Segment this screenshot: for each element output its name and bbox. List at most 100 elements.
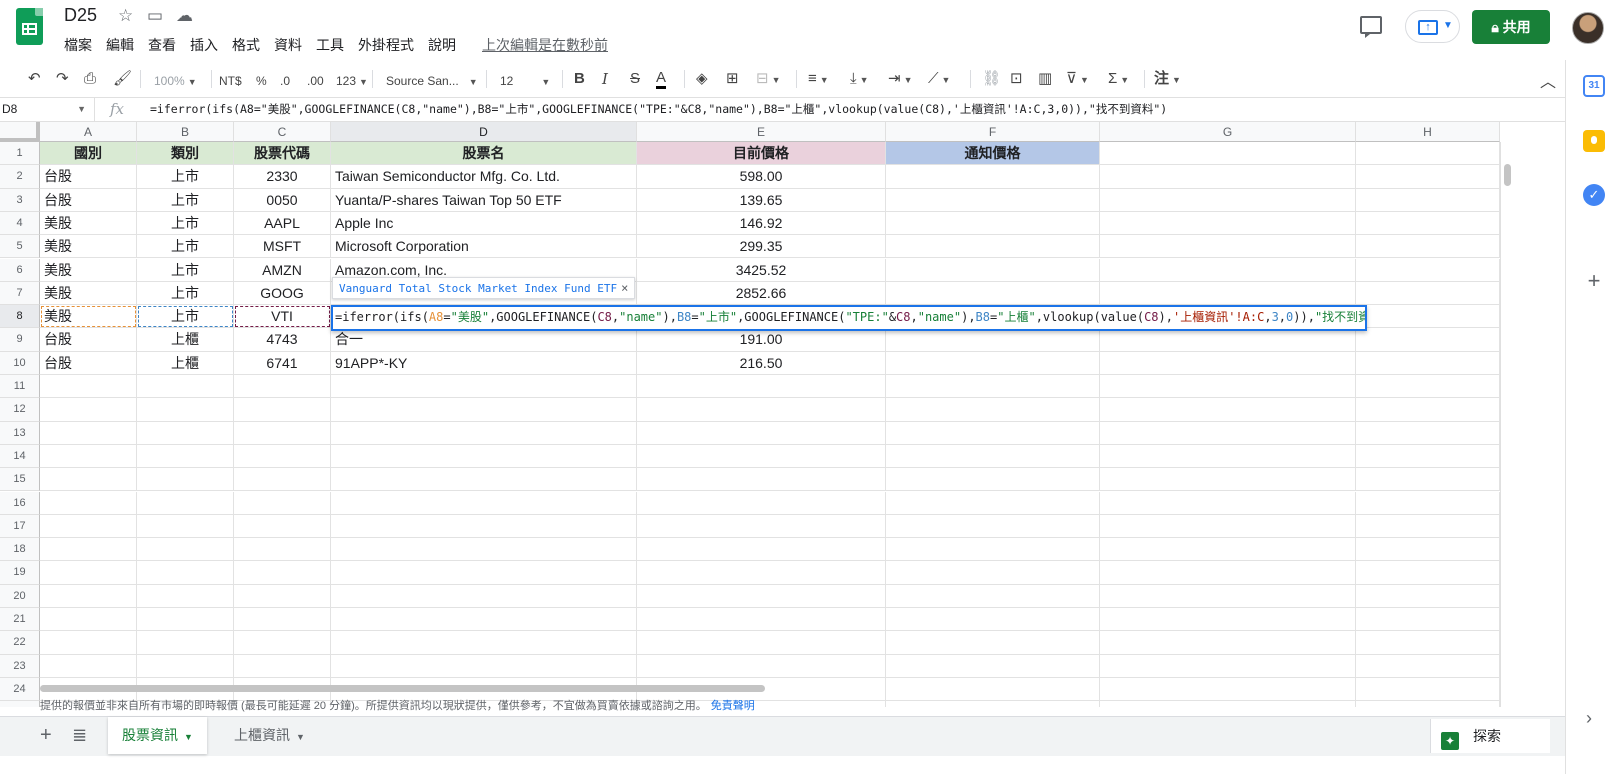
cell[interactable] <box>886 514 1100 539</box>
cell[interactable] <box>1100 258 1356 282</box>
menu-item[interactable]: 插入 <box>190 35 224 55</box>
cell[interactable] <box>886 468 1100 492</box>
cell[interactable] <box>637 514 886 539</box>
cell[interactable] <box>1100 444 1356 469</box>
cell[interactable] <box>1100 328 1356 352</box>
zoom-select[interactable]: 100% ▼ <box>154 71 197 92</box>
cell[interactable] <box>1100 491 1356 515</box>
cell[interactable] <box>137 375 234 399</box>
cell[interactable]: 2330 <box>234 165 331 189</box>
tasks-icon[interactable]: ✓ <box>1583 184 1605 206</box>
cell[interactable] <box>234 444 331 469</box>
cell[interactable] <box>331 468 637 492</box>
add-addon-icon[interactable]: + <box>1583 270 1605 292</box>
cell[interactable] <box>1356 165 1500 189</box>
font-size-select[interactable]: 12 ▼ <box>500 71 550 92</box>
cell[interactable] <box>1100 561 1356 585</box>
chevron-right-icon[interactable]: › <box>1586 708 1592 729</box>
cell[interactable] <box>137 398 234 422</box>
cell[interactable] <box>637 631 886 655</box>
cell[interactable]: 191.00 <box>637 328 886 352</box>
cell[interactable]: AMZN <box>234 258 331 282</box>
cell[interactable] <box>637 584 886 608</box>
row-header[interactable]: 11 <box>0 375 40 399</box>
sheet-tab-stock-info[interactable]: 股票資訊 ▼ <box>108 717 207 754</box>
cell[interactable] <box>137 538 234 562</box>
row-header[interactable]: 7 <box>0 281 40 306</box>
cell[interactable] <box>331 514 637 539</box>
cell[interactable] <box>1100 235 1356 259</box>
cell[interactable] <box>1356 491 1500 515</box>
cell[interactable]: 美股 <box>40 235 137 259</box>
cell[interactable] <box>1100 211 1356 236</box>
chart-icon[interactable]: ▥ <box>1038 69 1052 89</box>
cell[interactable] <box>1356 281 1500 306</box>
row-header[interactable]: 5 <box>0 235 40 259</box>
row-header[interactable]: 19 <box>0 561 40 585</box>
menu-item[interactable]: 編輯 <box>106 35 140 55</box>
cell[interactable]: 台股 <box>40 351 137 375</box>
cell[interactable] <box>40 561 137 585</box>
cell[interactable] <box>886 398 1100 422</box>
chevron-down-icon[interactable]: ▼ <box>296 732 305 742</box>
undo-icon[interactable]: ↶ <box>28 69 41 89</box>
cell[interactable]: 299.35 <box>637 235 886 259</box>
cell[interactable] <box>234 398 331 422</box>
cell[interactable] <box>1100 584 1356 608</box>
percent-format-button[interactable]: % <box>256 71 267 91</box>
cell[interactable] <box>137 561 234 585</box>
row-header[interactable]: 4 <box>0 211 40 236</box>
cell[interactable] <box>1356 608 1500 632</box>
valign-icon[interactable]: ⤓ ▼ <box>850 69 869 90</box>
cell[interactable] <box>40 421 137 445</box>
cell[interactable] <box>40 654 137 678</box>
row-header[interactable]: 14 <box>0 444 40 469</box>
merge-icon[interactable]: ⊟ ▼ <box>756 69 781 90</box>
cell[interactable] <box>234 608 331 632</box>
cell[interactable] <box>1356 258 1500 282</box>
cell[interactable] <box>1356 421 1500 445</box>
cell[interactable]: 216.50 <box>637 351 886 375</box>
cell[interactable]: Taiwan Semiconductor Mfg. Co. Ltd. <box>331 165 637 189</box>
formula-input[interactable]: =iferror(ifs(A8="美股",GOOGLEFINANCE(C8,"n… <box>150 101 1167 117</box>
cell[interactable] <box>1100 281 1356 306</box>
cell[interactable] <box>1100 631 1356 655</box>
cell[interactable] <box>1356 188 1500 212</box>
row-header[interactable]: 18 <box>0 538 40 562</box>
cell[interactable]: 上市 <box>137 211 234 236</box>
cell[interactable] <box>1356 468 1500 492</box>
cell[interactable]: 598.00 <box>637 165 886 189</box>
column-header[interactable]: G <box>1100 122 1356 142</box>
cell[interactable] <box>234 421 331 445</box>
cell[interactable] <box>1100 654 1356 678</box>
column-header[interactable]: H <box>1356 122 1500 142</box>
cell[interactable]: 139.65 <box>637 188 886 212</box>
collapse-menus-icon[interactable]: ︿ <box>1540 68 1556 92</box>
cell[interactable]: Apple Inc <box>331 211 637 236</box>
cell[interactable]: 0050 <box>234 188 331 212</box>
cell[interactable]: MSFT <box>234 235 331 259</box>
cell[interactable] <box>637 444 886 469</box>
cell[interactable]: 合一 <box>331 328 637 352</box>
cell[interactable] <box>40 444 137 469</box>
all-sheets-icon[interactable]: ≣ <box>72 725 87 746</box>
select-all-corner[interactable] <box>0 122 40 142</box>
cell[interactable] <box>40 584 137 608</box>
cell[interactable] <box>637 654 886 678</box>
cell[interactable] <box>1100 421 1356 445</box>
cell[interactable] <box>886 328 1100 352</box>
cell[interactable] <box>1356 211 1500 236</box>
cell[interactable] <box>1100 514 1356 539</box>
menu-item[interactable]: 說明 <box>428 35 462 55</box>
cell[interactable] <box>886 631 1100 655</box>
row-header[interactable]: 9 <box>0 328 40 352</box>
header-cell[interactable]: 股票代碼 <box>234 142 331 166</box>
rotate-icon[interactable]: ⟋ ▼ <box>928 69 950 90</box>
borders-icon[interactable]: ⊞ <box>726 69 739 89</box>
menu-item[interactable]: 查看 <box>148 35 182 55</box>
cell[interactable] <box>234 375 331 399</box>
cell[interactable] <box>637 538 886 562</box>
cell[interactable] <box>637 561 886 585</box>
menu-item[interactable]: 檔案 <box>64 35 98 55</box>
cell[interactable] <box>886 235 1100 259</box>
